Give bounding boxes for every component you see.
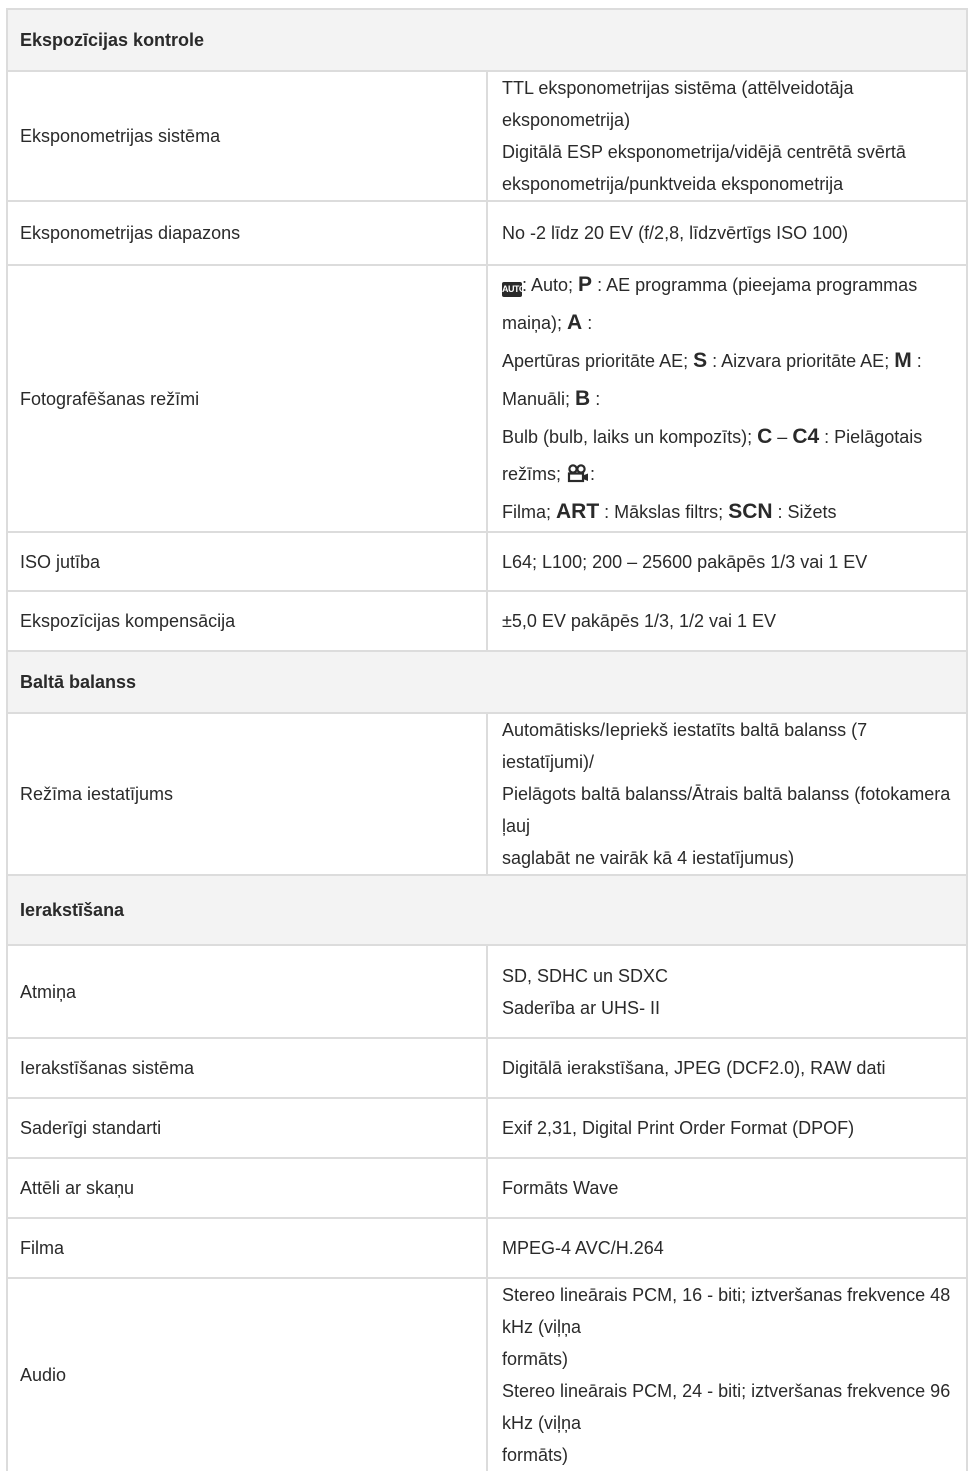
mode-text: Bulb (bulb, laiks un kompozīts); [502, 427, 758, 447]
row-value: L64; L100; 200 – 25600 pakāpēs 1/3 vai 1… [486, 531, 968, 592]
row-label: Audio [6, 1277, 488, 1471]
modes-line-1: AUTO: Auto; P : AE programma (pieejama p… [502, 266, 958, 342]
mode-text: – [772, 427, 793, 447]
section-header-exposure: Ekspozīcijas kontrole [6, 8, 968, 72]
row-label: Režīma iestatījums [6, 712, 488, 876]
value-line: Stereo lineārais PCM, 16 - biti; iztverš… [502, 1285, 951, 1337]
table-row: Filma MPEG-4 AVC/H.264 [6, 1217, 968, 1279]
row-label: Eksponometrijas diapazons [6, 200, 488, 266]
mode-text: : Aizvara prioritāte AE; [707, 351, 895, 371]
value-line: formāts) [502, 1445, 569, 1465]
mode-text: : Sižets [772, 502, 837, 522]
mode-a-symbol: A [567, 311, 583, 334]
mode-text: Apertūras prioritāte AE; [502, 351, 694, 371]
modes-line-2: Apertūras prioritāte AE; S : Aizvara pri… [502, 342, 958, 418]
table-row: Režīma iestatījums Automātisks/Iepriekš … [6, 712, 968, 876]
row-label: Ierakstīšanas sistēma [6, 1037, 488, 1099]
row-label: Attēli ar skaņu [6, 1157, 488, 1219]
mode-text: Filma; [502, 502, 556, 522]
table-row: Atmiņa SD, SDHC un SDXC Saderība ar UHS-… [6, 944, 968, 1039]
table-row: Fotografēšanas režīmi AUTO: Auto; P : AE… [6, 264, 968, 533]
row-value: Stereo lineārais PCM, 16 - biti; iztverš… [486, 1277, 968, 1471]
mode-text: : Auto; [522, 275, 579, 295]
table-row: Saderīgi standarti Exif 2,31, Digital Pr… [6, 1097, 968, 1159]
value-line: Saderība ar UHS- II [502, 997, 661, 1018]
row-label: Filma [6, 1217, 488, 1279]
value-line: Digitālā ESP eksponometrija/vidējā centr… [502, 142, 906, 162]
row-value: Digitālā ierakstīšana, JPEG (DCF2.0), RA… [486, 1037, 968, 1099]
section-header-white-balance: Baltā balanss [6, 650, 968, 714]
row-value: MPEG-4 AVC/H.264 [486, 1217, 968, 1279]
specifications-table: Ekspozīcijas kontrole Eksponometrijas si… [6, 8, 968, 1471]
value-line: saglabāt ne vairāk kā 4 iestatījumus) [502, 848, 795, 868]
movie-camera-icon [567, 464, 589, 483]
section-title: Ekspozīcijas kontrole [6, 8, 968, 72]
value-line: Stereo lineārais PCM, 24 - biti; iztverš… [502, 1381, 951, 1433]
row-label: Eksponometrijas sistēma [6, 70, 488, 202]
value-line: Pielāgots baltā balanss/Ātrais baltā bal… [502, 784, 951, 836]
row-value-shooting-modes: AUTO: Auto; P : AE programma (pieejama p… [486, 264, 968, 533]
table-row: Ekspozīcijas kompensācija ±5,0 EV pakāpē… [6, 590, 968, 652]
mode-p-symbol: P [578, 273, 593, 296]
section-title: Ierakstīšana [6, 874, 968, 946]
row-label: Atmiņa [6, 944, 488, 1039]
row-label: Fotografēšanas režīmi [6, 264, 488, 533]
mode-art-symbol: ART [556, 500, 600, 523]
section-header-recording: Ierakstīšana [6, 874, 968, 946]
row-label: ISO jutība [6, 531, 488, 592]
value-line: TTL eksponometrijas sistēma (attēlveidot… [502, 78, 854, 130]
value-line: Automātisks/Iepriekš iestatīts baltā bal… [502, 720, 868, 772]
mode-c4-symbol: C4 [792, 425, 820, 448]
value-line: SD, SDHC un SDXC [502, 965, 669, 986]
value-line: eksponometrija/punktveida eksponometrija [502, 174, 844, 194]
row-value: ±5,0 EV pakāpēs 1/3, 1/2 vai 1 EV [486, 590, 968, 652]
row-value: No -2 līdz 20 EV (f/2,8, līdzvērtīgs ISO… [486, 200, 968, 266]
row-label: Saderīgi standarti [6, 1097, 488, 1159]
mode-scn-symbol: SCN [728, 500, 773, 523]
mode-text: : [590, 389, 601, 409]
mode-b-symbol: B [575, 387, 591, 410]
mode-text: : [590, 464, 596, 484]
modes-line-4: Filma; ART : Mākslas filtrs; SCN : Sižet… [502, 493, 958, 531]
row-value: Exif 2,31, Digital Print Order Format (D… [486, 1097, 968, 1159]
table-row: Ierakstīšanas sistēma Digitālā ierakstīš… [6, 1037, 968, 1099]
section-title: Baltā balanss [6, 650, 968, 714]
mode-text: : [582, 313, 593, 333]
mode-c-symbol: C [757, 425, 773, 448]
table-row: Attēli ar skaņu Formāts Wave [6, 1157, 968, 1219]
mode-text: : Mākslas filtrs; [599, 502, 729, 522]
value-line: formāts) [502, 1349, 569, 1369]
mode-m-symbol: M [894, 349, 912, 372]
row-value: SD, SDHC un SDXC Saderība ar UHS- II [486, 944, 968, 1039]
table-row: Eksponometrijas sistēma TTL eksponometri… [6, 70, 968, 202]
table-row: Audio Stereo lineārais PCM, 16 - biti; i… [6, 1277, 968, 1471]
row-value: Formāts Wave [486, 1157, 968, 1219]
auto-mode-icon: AUTO [502, 282, 526, 297]
table-row: ISO jutība L64; L100; 200 – 25600 pakāpē… [6, 531, 968, 592]
row-value: TTL eksponometrijas sistēma (attēlveidot… [486, 70, 968, 202]
modes-line-3: Bulb (bulb, laiks un kompozīts); C – C4 … [502, 418, 958, 493]
mode-s-symbol: S [693, 349, 708, 372]
row-label: Ekspozīcijas kompensācija [6, 590, 488, 652]
row-value: Automātisks/Iepriekš iestatīts baltā bal… [486, 712, 968, 876]
table-row: Eksponometrijas diapazons No -2 līdz 20 … [6, 200, 968, 266]
